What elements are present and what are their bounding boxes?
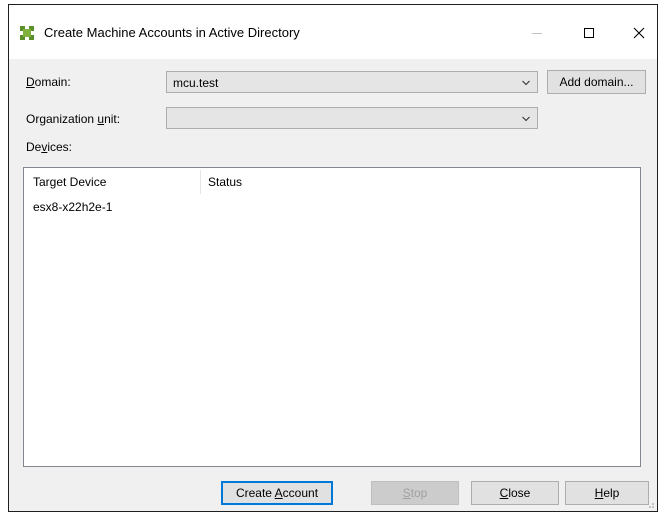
close-window-button[interactable] [617, 17, 661, 49]
add-domain-button-label: Add domain... [559, 75, 634, 89]
help-button[interactable]: Help [565, 481, 649, 505]
stop-button[interactable]: Stop [371, 481, 459, 505]
column-header-target-device[interactable]: Target Device [33, 175, 106, 189]
create-account-button-label: Create Account [235, 486, 319, 500]
stop-button-label: Stop [402, 486, 428, 500]
column-divider[interactable] [200, 170, 201, 194]
chevron-down-icon [522, 80, 530, 86]
app-icon [19, 25, 35, 41]
domain-select[interactable]: mcu.test [166, 71, 538, 93]
domain-value: mcu.test [173, 76, 219, 90]
create-account-button[interactable]: Create Account [221, 481, 333, 505]
table-row[interactable]: esx8-x22h2e-1 [24, 198, 640, 216]
target-device-cell: esx8-x22h2e-1 [33, 200, 113, 214]
help-button-label: Help [594, 486, 620, 500]
devices-list-header: Target Device Status [24, 168, 640, 194]
maximize-button[interactable] [567, 17, 611, 49]
organization-unit-label: Organization unit: [26, 112, 121, 126]
column-header-status[interactable]: Status [208, 175, 242, 189]
resize-grip-icon[interactable] [645, 499, 655, 509]
minimize-icon [532, 33, 542, 34]
maximize-icon [584, 28, 594, 38]
dialog-window: Create Machine Accounts in Active Direct… [8, 4, 658, 512]
close-icon [633, 27, 645, 39]
devices-label: Devices: [26, 140, 73, 154]
title-bar[interactable]: Create Machine Accounts in Active Direct… [9, 5, 657, 59]
close-button-label: Close [499, 486, 531, 500]
devices-list[interactable]: Target Device Status esx8-x22h2e-1 [23, 167, 641, 467]
chevron-down-icon [522, 116, 530, 122]
domain-label: Domain: [26, 75, 71, 89]
close-button[interactable]: Close [471, 481, 559, 505]
add-domain-button[interactable]: Add domain... [547, 70, 646, 94]
window-title: Create Machine Accounts in Active Direct… [44, 25, 300, 40]
organization-unit-select[interactable] [166, 107, 538, 129]
minimize-button[interactable] [515, 17, 559, 49]
